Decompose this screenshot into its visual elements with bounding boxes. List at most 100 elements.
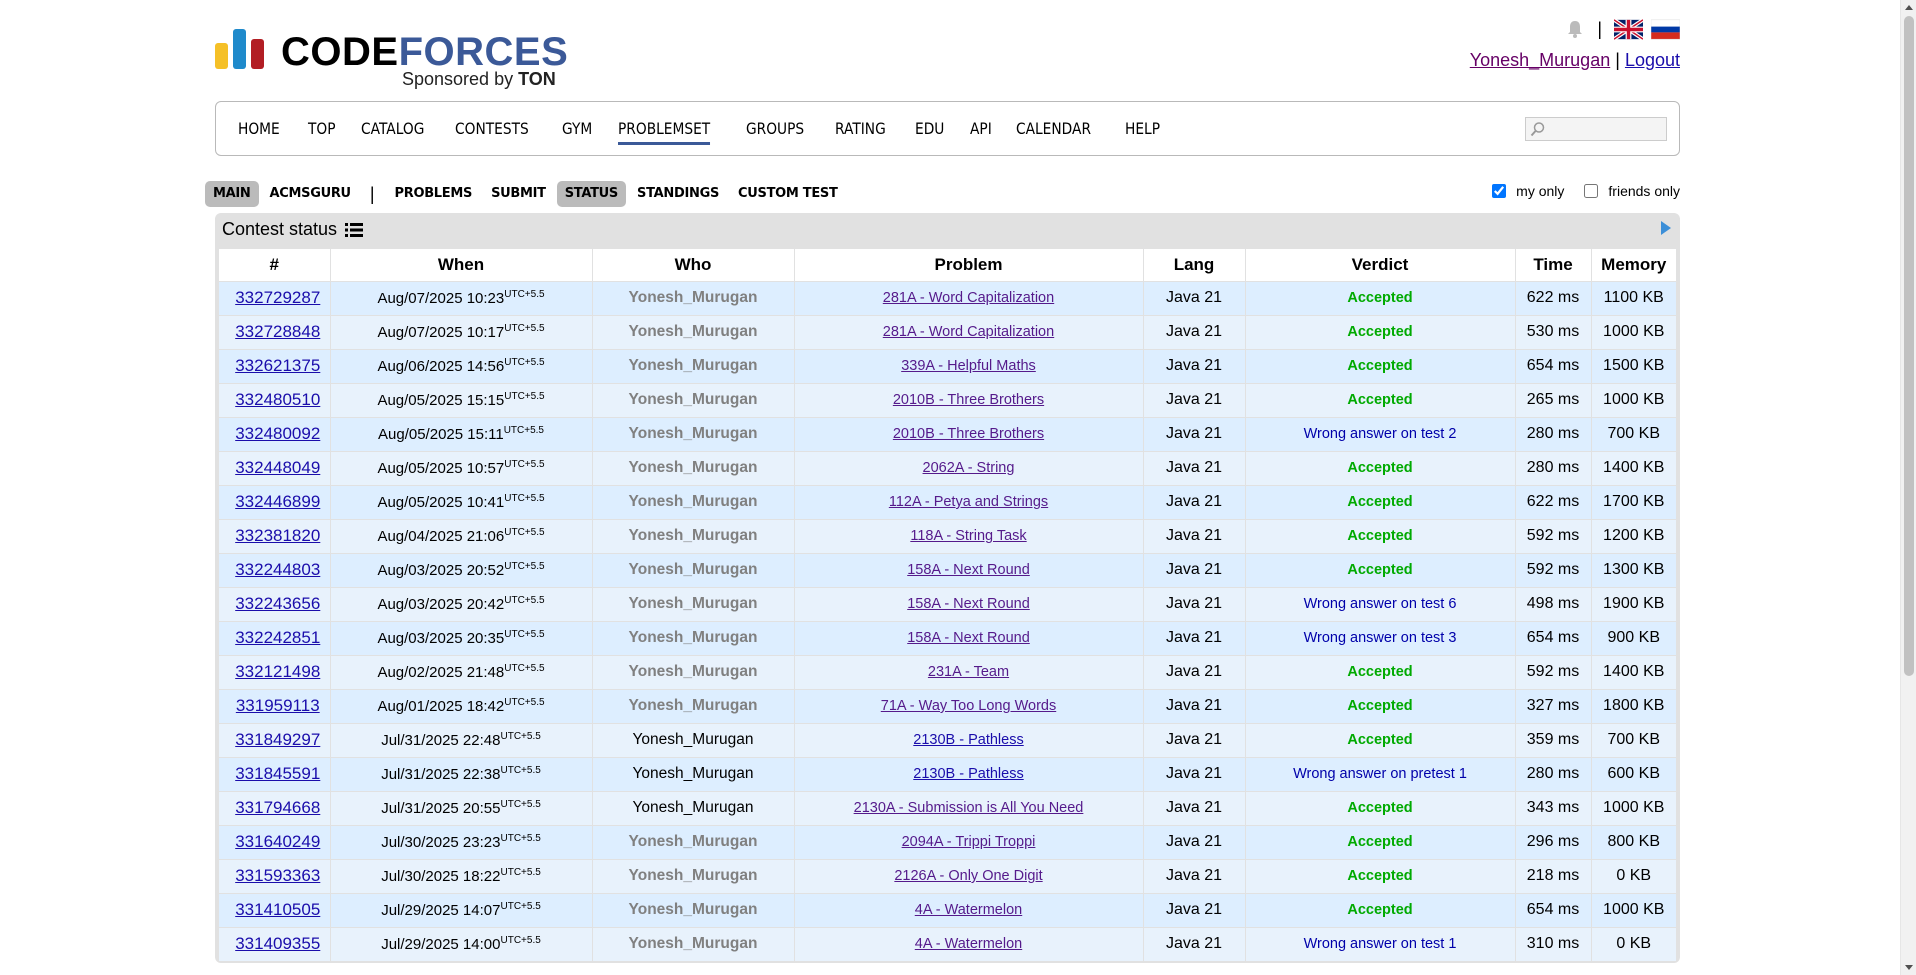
submission-id-link[interactable]: 332729287 bbox=[235, 288, 320, 307]
problem-link[interactable]: 2010B - Three Brothers bbox=[893, 392, 1044, 408]
submission-id-link[interactable]: 331959113 bbox=[236, 696, 320, 715]
my-only-filter[interactable]: my only bbox=[1492, 183, 1564, 199]
submission-id-cell: 331409355 bbox=[219, 927, 331, 962]
username-link[interactable]: Yonesh_Murugan bbox=[1470, 50, 1610, 70]
problem-link[interactable]: 2094A - Trippi Troppi bbox=[902, 834, 1036, 850]
problem-link[interactable]: 112A - Petya and Strings bbox=[889, 494, 1048, 510]
submission-id-cell: 332121498 bbox=[219, 655, 331, 690]
submission-id-link[interactable]: 331410505 bbox=[235, 900, 320, 919]
menu-item-rating[interactable]: RATING bbox=[835, 119, 886, 145]
submenu-item-problems[interactable]: PROBLEMS bbox=[387, 181, 481, 207]
menu-item-contests[interactable]: CONTESTS bbox=[455, 119, 529, 145]
menu-item-home[interactable]: HOME bbox=[238, 119, 280, 145]
menu-item-calendar[interactable]: CALENDAR bbox=[1016, 119, 1091, 145]
submission-id-link[interactable]: 331845591 bbox=[235, 764, 320, 783]
submission-id-link[interactable]: 331849297 bbox=[235, 730, 320, 749]
timezone-label: UTC+5.5 bbox=[504, 289, 545, 300]
scroll-down-arrow-icon[interactable] bbox=[1905, 965, 1913, 970]
problem-link[interactable]: 2130A - Submission is All You Need bbox=[854, 800, 1084, 816]
problem-link[interactable]: 281A - Word Capitalization bbox=[883, 324, 1054, 340]
submenu-item-acmsguru[interactable]: ACMSGURU bbox=[262, 181, 359, 207]
search-box[interactable] bbox=[1525, 117, 1667, 141]
english-flag-icon[interactable] bbox=[1614, 18, 1643, 40]
submission-id-link[interactable]: 331409355 bbox=[235, 934, 320, 953]
submission-id-cell: 332446899 bbox=[219, 485, 331, 520]
table-row: 331640249 Jul/30/2025 23:23UTC+5.5 Yonesh_… bbox=[219, 825, 1676, 860]
column-header-problem: Problem bbox=[794, 249, 1144, 282]
author-name: Yonesh_Murugan bbox=[628, 459, 758, 476]
collapse-arrow-icon[interactable] bbox=[1660, 220, 1672, 236]
friends-only-checkbox[interactable] bbox=[1584, 184, 1599, 198]
problem-link[interactable]: 158A - Next Round bbox=[907, 596, 1030, 612]
submenu-item-main[interactable]: MAIN bbox=[205, 181, 259, 207]
timezone-label: UTC+5.5 bbox=[500, 799, 541, 810]
author-cell: Yonesh_Murugan bbox=[592, 757, 795, 792]
menu-item-catalog[interactable]: CATALOG bbox=[361, 119, 424, 145]
russian-flag-icon[interactable] bbox=[1651, 19, 1680, 40]
verdict-text: Accepted bbox=[1347, 834, 1413, 850]
menu-item-help[interactable]: HELP bbox=[1125, 119, 1160, 145]
submenu-item-status[interactable]: STATUS bbox=[556, 181, 626, 207]
problem-link[interactable]: 4A - Watermelon bbox=[915, 936, 1022, 952]
verdict-cell: Accepted bbox=[1245, 485, 1516, 520]
table-row: 331794668 Jul/31/2025 20:55UTC+5.5 Yonesh_… bbox=[219, 791, 1676, 826]
problem-link[interactable]: 4A - Watermelon bbox=[915, 902, 1022, 918]
problem-link[interactable]: 2130B - Pathless bbox=[913, 766, 1023, 782]
timezone-label: UTC+5.5 bbox=[504, 629, 545, 640]
page-scrollbar[interactable] bbox=[1900, 0, 1916, 975]
submission-id-link[interactable]: 331640249 bbox=[235, 832, 320, 851]
submission-id-link[interactable]: 332381820 bbox=[235, 526, 320, 545]
problem-link[interactable]: 158A - Next Round bbox=[907, 562, 1030, 578]
author-name: Yonesh_Murugan bbox=[628, 663, 758, 680]
search-input[interactable] bbox=[1548, 119, 1663, 139]
submission-id-link[interactable]: 332480092 bbox=[235, 424, 320, 443]
menu-item-groups[interactable]: GROUPS bbox=[746, 119, 804, 145]
submenu-item-standings[interactable]: STANDINGS bbox=[629, 181, 727, 207]
submission-id-link[interactable]: 331794668 bbox=[235, 798, 320, 817]
author-cell: Yonesh_Murugan bbox=[592, 315, 795, 350]
problem-link[interactable]: 71A - Way Too Long Words bbox=[881, 698, 1056, 714]
menu-item-problemset[interactable]: PROBLEMSET bbox=[618, 119, 711, 145]
memory-cell: 700 KB bbox=[1591, 417, 1676, 452]
problem-link[interactable]: 2010B - Three Brothers bbox=[893, 426, 1044, 442]
menu-item-edu[interactable]: EDU bbox=[915, 119, 944, 145]
problem-link[interactable]: 339A - Helpful Maths bbox=[901, 358, 1036, 374]
submenu-item-custom-test[interactable]: CUSTOM TEST bbox=[730, 181, 846, 207]
menu-item-api[interactable]: API bbox=[970, 119, 992, 145]
submission-id-link[interactable]: 332621375 bbox=[235, 356, 320, 375]
submission-id-link[interactable]: 332242851 bbox=[235, 628, 320, 647]
problem-link[interactable]: 2130B - Pathless bbox=[913, 732, 1023, 748]
menu-item-top[interactable]: TOP bbox=[308, 119, 336, 145]
friends-only-filter[interactable]: friends only bbox=[1584, 183, 1680, 199]
submission-id-link[interactable]: 332446899 bbox=[235, 492, 320, 511]
submission-id-link[interactable]: 332244803 bbox=[235, 560, 320, 579]
submenu-item-submit[interactable]: SUBMIT bbox=[483, 181, 554, 207]
scrollbar-thumb[interactable] bbox=[1904, 16, 1914, 676]
submission-id-link[interactable]: 332728848 bbox=[235, 322, 320, 341]
language-cell: Java 21 bbox=[1143, 689, 1246, 724]
menu-item-gym[interactable]: GYM bbox=[562, 119, 592, 145]
problem-cell: 4A - Watermelon bbox=[794, 893, 1144, 928]
list-icon[interactable] bbox=[345, 222, 364, 238]
table-row: 332729287 Aug/07/2025 10:23UTC+5.5 Yonesh_… bbox=[219, 281, 1676, 316]
memory-cell: 1400 KB bbox=[1591, 655, 1676, 690]
logout-link[interactable]: Logout bbox=[1625, 50, 1680, 70]
submission-id-link[interactable]: 331593363 bbox=[235, 866, 320, 885]
notification-bell-icon[interactable] bbox=[1565, 19, 1585, 39]
column-header-who: Who bbox=[592, 249, 795, 282]
my-only-checkbox[interactable] bbox=[1492, 184, 1507, 198]
problem-cell: 2130B - Pathless bbox=[794, 723, 1144, 758]
submission-id-link[interactable]: 332448049 bbox=[235, 458, 320, 477]
submission-id-link[interactable]: 332243656 bbox=[235, 594, 320, 613]
column-header-time: Time bbox=[1515, 249, 1592, 282]
problem-link[interactable]: 231A - Team bbox=[928, 664, 1009, 680]
problem-link[interactable]: 2126A - Only One Digit bbox=[894, 868, 1042, 884]
problem-link[interactable]: 2062A - String bbox=[923, 460, 1015, 476]
scroll-up-arrow-icon[interactable] bbox=[1905, 5, 1913, 10]
codeforces-logo[interactable]: CODEFORCES Sponsored by TON bbox=[215, 25, 575, 90]
problem-link[interactable]: 118A - String Task bbox=[910, 528, 1026, 544]
submission-id-link[interactable]: 332121498 bbox=[235, 662, 320, 681]
submission-id-link[interactable]: 332480510 bbox=[235, 390, 320, 409]
problem-link[interactable]: 158A - Next Round bbox=[907, 630, 1030, 646]
problem-link[interactable]: 281A - Word Capitalization bbox=[883, 290, 1054, 306]
